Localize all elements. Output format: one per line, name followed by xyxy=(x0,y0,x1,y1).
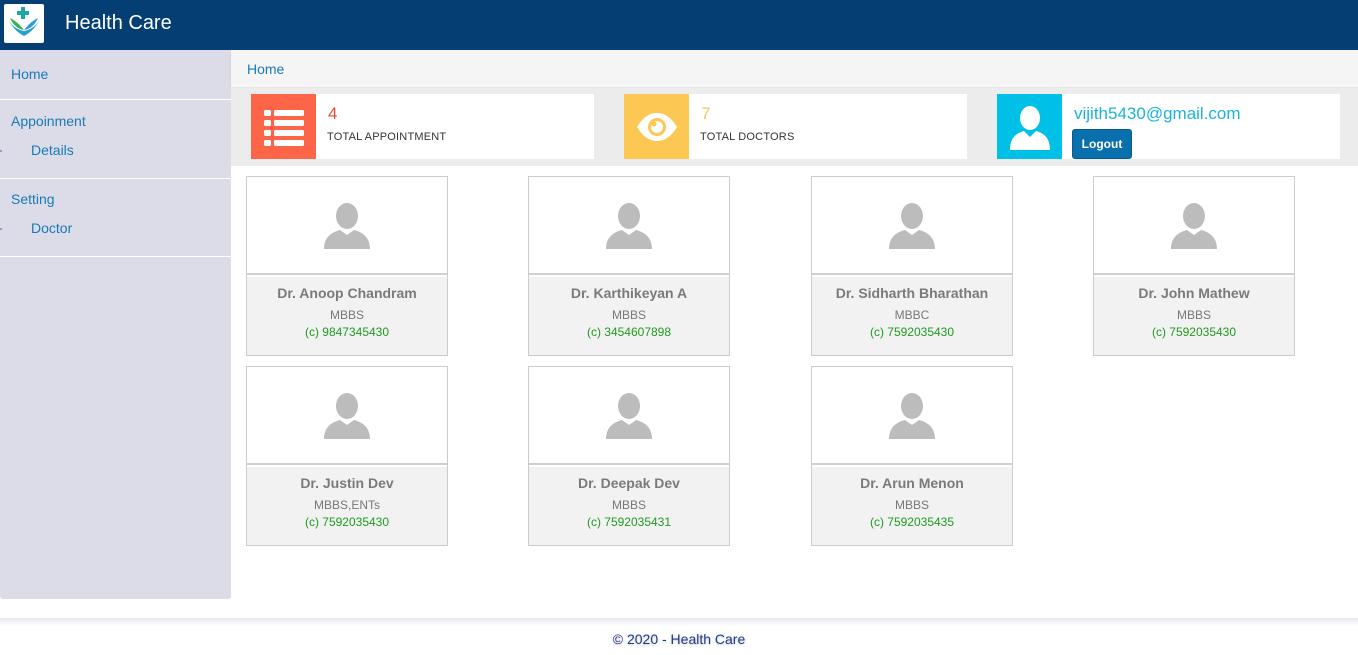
sidebar-item-doctor[interactable]: Doctor xyxy=(31,220,72,236)
doctor-card[interactable]: Dr. Anoop Chandram MBBS (c) 9847345430 xyxy=(246,176,448,356)
footer-divider xyxy=(0,618,1358,626)
doctor-info: Dr. Arun Menon MBBS (c) 7592035435 xyxy=(812,467,1012,545)
footer-copyright: © 2020 - Health Care xyxy=(612,631,746,647)
doctor-name: Dr. Sidharth Bharathan xyxy=(835,285,989,301)
doctor-qualification: MBBS xyxy=(1176,308,1211,322)
health-care-logo-icon[interactable] xyxy=(4,4,44,43)
total-appointment-value: 4 xyxy=(328,104,338,123)
doctor-card[interactable]: Dr. Deepak Dev MBBS (c) 7592035431 xyxy=(528,366,730,546)
total-doctors-value: 7 xyxy=(701,104,711,123)
doctor-card[interactable]: Dr. Karthikeyan A MBBS (c) 3454607898 xyxy=(528,176,730,356)
doctor-avatar-icon xyxy=(529,177,729,275)
doctor-qualification: MBBS xyxy=(611,498,646,512)
doctor-info: Dr. Justin Dev MBBS,ENTs (c) 7592035430 xyxy=(247,467,447,545)
doctor-avatar-icon xyxy=(247,367,447,465)
total-doctors-label: TOTAL DOCTORS xyxy=(700,131,795,143)
sidebar-item-home[interactable]: Home xyxy=(11,66,48,82)
breadcrumb-home[interactable]: Home xyxy=(247,61,284,77)
user-email: vijith5430@gmail.com xyxy=(1074,104,1241,123)
total-appointment-card[interactable]: 4 TOTAL APPOINTMENT xyxy=(251,94,594,159)
doctor-name: Dr. Karthikeyan A xyxy=(570,285,688,301)
sidebar-divider xyxy=(0,99,231,100)
user-icon xyxy=(997,94,1062,159)
sidebar-item-appoinment[interactable]: Appoinment xyxy=(11,113,86,129)
doctor-phone: (c) 9847345430 xyxy=(304,325,390,339)
doctor-info: Dr. Sidharth Bharathan MBBC (c) 7592035430 xyxy=(812,277,1012,355)
doctor-avatar-icon xyxy=(1094,177,1294,275)
bullet-icon xyxy=(0,150,2,152)
doctor-phone: (c) 7592035430 xyxy=(1151,325,1237,339)
doctor-name: Dr. John Mathew xyxy=(1138,285,1250,301)
doctor-name: Dr. Anoop Chandram xyxy=(277,285,417,301)
doctor-card[interactable]: Dr. John Mathew MBBS (c) 7592035430 xyxy=(1093,176,1295,356)
doctor-phone: (c) 7592035430 xyxy=(304,515,390,529)
doctor-phone: (c) 7592035430 xyxy=(869,325,955,339)
doctor-name: Dr. Arun Menon xyxy=(860,475,964,491)
doctor-card[interactable]: Dr. Sidharth Bharathan MBBC (c) 7592035430 xyxy=(811,176,1013,356)
doctor-phone: (c) 7592035435 xyxy=(869,515,955,529)
doctor-qualification: MBBS xyxy=(329,308,364,322)
doctor-qualification: MBBS xyxy=(894,498,929,512)
user-card: vijith5430@gmail.com Logout xyxy=(997,94,1340,159)
sidebar-divider xyxy=(0,256,231,257)
sidebar: Home Appoinment Details Setting Doctor xyxy=(0,50,231,599)
doctor-qualification: MBBS,ENTs xyxy=(313,498,380,512)
breadcrumb-bar: Home xyxy=(231,50,1358,88)
doctor-avatar-icon xyxy=(812,367,1012,465)
app-title[interactable]: Health Care xyxy=(65,12,172,35)
logout-button[interactable]: Logout xyxy=(1072,129,1132,159)
sidebar-item-details[interactable]: Details xyxy=(31,142,74,158)
doctor-avatar-icon xyxy=(812,177,1012,275)
total-doctors-card[interactable]: 7 TOTAL DOCTORS xyxy=(624,94,967,159)
doctor-info: Dr. Deepak Dev MBBS (c) 7592035431 xyxy=(529,467,729,545)
doctor-info: Dr. John Mathew MBBS (c) 7592035430 xyxy=(1094,277,1294,355)
sidebar-divider xyxy=(0,178,231,179)
doctor-phone: (c) 7592035431 xyxy=(586,515,672,529)
doctor-phone: (c) 3454607898 xyxy=(586,325,672,339)
bullet-icon xyxy=(0,228,2,230)
doctor-qualification: MBBC xyxy=(894,308,930,322)
doctor-name: Dr. Deepak Dev xyxy=(578,475,680,491)
top-navbar: Health Care xyxy=(0,0,1358,50)
sidebar-item-setting[interactable]: Setting xyxy=(11,191,55,207)
doctor-avatar-icon xyxy=(529,367,729,465)
doctor-avatar-icon xyxy=(247,177,447,275)
doctor-card[interactable]: Dr. Justin Dev MBBS,ENTs (c) 7592035430 xyxy=(246,366,448,546)
list-icon xyxy=(251,94,316,159)
doctor-qualification: MBBS xyxy=(611,308,646,322)
doctor-info: Dr. Karthikeyan A MBBS (c) 3454607898 xyxy=(529,277,729,355)
eye-icon xyxy=(624,94,689,159)
total-appointment-label: TOTAL APPOINTMENT xyxy=(327,131,447,143)
stats-band: 4 TOTAL APPOINTMENT 7 TOTAL DOCTORS viji… xyxy=(231,88,1358,166)
doctor-name: Dr. Justin Dev xyxy=(300,475,394,491)
doctor-info: Dr. Anoop Chandram MBBS (c) 9847345430 xyxy=(247,277,447,355)
doctor-card[interactable]: Dr. Arun Menon MBBS (c) 7592035435 xyxy=(811,366,1013,546)
